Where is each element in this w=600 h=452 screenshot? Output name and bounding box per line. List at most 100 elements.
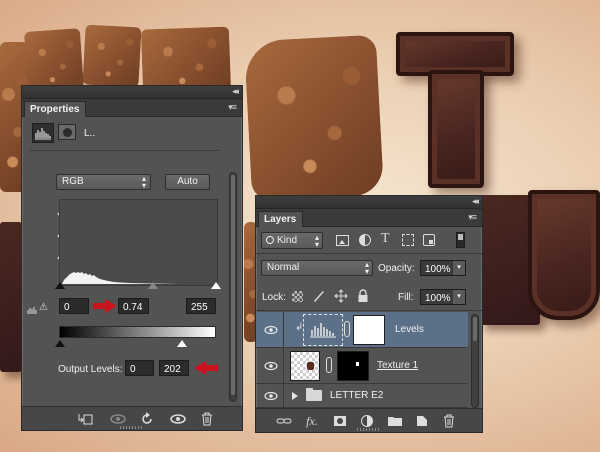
filter-smart-object-icon[interactable]: [423, 234, 435, 246]
input-gamma-field[interactable]: 0.74: [118, 298, 149, 314]
fill-dropdown-icon[interactable]: ▾: [453, 290, 465, 304]
fill-label: Fill:: [398, 292, 414, 303]
input-white-field[interactable]: 255: [186, 298, 216, 314]
output-levels-label: Output Levels:: [58, 364, 123, 375]
clipping-warning-icon[interactable]: ⚠: [27, 302, 49, 316]
input-black-field[interactable]: 0: [59, 298, 89, 314]
lock-label: Lock:: [262, 292, 286, 303]
channel-select-value: RGB: [62, 176, 84, 187]
input-white-slider[interactable]: [211, 282, 221, 289]
blend-mode-value: Normal: [267, 262, 300, 273]
layer-visibility-eye-icon[interactable]: [264, 361, 278, 371]
bg-letter-t-stem: [428, 70, 484, 188]
header-divider: [30, 150, 220, 151]
lock-position-icon[interactable]: [334, 289, 348, 303]
blend-mode-select[interactable]: Normal ▴ ▾: [261, 260, 373, 276]
new-adjustment-layer-icon[interactable]: [359, 414, 375, 428]
expand-group-chevron-icon[interactable]: [292, 392, 298, 400]
filter-kind-value: Kind: [277, 235, 298, 246]
resize-grip-icon[interactable]: [120, 426, 144, 429]
search-icon: [266, 236, 274, 244]
texture-mask-thumbnail[interactable]: [337, 351, 369, 381]
input-gamma-slider[interactable]: [148, 282, 158, 289]
opacity-label: Opacity:: [378, 263, 415, 274]
filter-shape-icon[interactable]: [402, 234, 414, 246]
layer-visibility-eye-icon[interactable]: [264, 391, 278, 401]
histogram: [59, 199, 218, 286]
layer-row-divider: [283, 312, 284, 347]
clip-to-layer-icon[interactable]: [77, 412, 93, 426]
output-gradient-bar: [59, 326, 216, 338]
add-layer-style-icon[interactable]: fx.: [304, 414, 320, 428]
filter-adjustment-icon[interactable]: [359, 234, 371, 246]
layer-row-divider: [283, 384, 284, 407]
auto-button[interactable]: Auto: [165, 174, 210, 190]
layer-row-texture-1[interactable]: Texture 1: [256, 348, 468, 384]
layer-visibility-eye-icon[interactable]: [264, 325, 278, 335]
layer-link-chain-icon[interactable]: [344, 321, 350, 337]
properties-panel: ◂◂ Properties ▾≡ L.. RGB ▴ ▾ Auto ⚠ 0 0.…: [21, 85, 243, 431]
tab-layers[interactable]: Layers: [258, 211, 304, 227]
layers-scroll-thumb[interactable]: [473, 317, 477, 341]
collapse-panel-icon[interactable]: ◂◂: [232, 86, 239, 97]
reset-icon[interactable]: [139, 412, 155, 426]
levels-layer-thumbnail-icon[interactable]: [303, 314, 343, 346]
filter-toggle-switch[interactable]: [456, 232, 465, 248]
layer-name-levels[interactable]: Levels: [395, 324, 424, 335]
layers-tab-row: Layers ▾≡: [256, 209, 482, 227]
panel-menu-icon[interactable]: ▾≡: [468, 212, 477, 223]
lock-image-pixels-icon[interactable]: [312, 289, 326, 303]
levels-mask-thumbnail[interactable]: [353, 315, 385, 345]
layer-name-letter-e2[interactable]: LETTER E2: [330, 390, 383, 401]
output-black-slider[interactable]: [55, 340, 65, 347]
properties-scrollbar[interactable]: [229, 172, 237, 402]
bg-letter-block-1: [23, 28, 85, 94]
collapse-panel-icon[interactable]: ◂◂: [472, 196, 479, 207]
texture-layer-thumbnail[interactable]: [290, 351, 320, 381]
dropdown-arrows-icon: ▴ ▾: [364, 260, 369, 276]
output-white-field[interactable]: 202: [159, 360, 189, 376]
output-black-field[interactable]: 0: [125, 360, 154, 376]
lock-all-icon[interactable]: [357, 289, 369, 303]
layer-row-levels[interactable]: ↲ Levels: [256, 312, 468, 348]
layers-panel: ◂◂ Layers ▾≡ Kind ▴ ▾ T Normal ▴ ▾ Opacity…: [255, 195, 483, 433]
histogram-graph: [62, 272, 216, 284]
add-mask-icon[interactable]: [332, 414, 348, 428]
filter-type-icon[interactable]: T: [381, 231, 390, 247]
filter-pixel-icon[interactable]: [336, 235, 349, 246]
trash-icon[interactable]: [199, 412, 215, 426]
new-layer-icon[interactable]: [414, 414, 430, 428]
toggle-visibility-icon[interactable]: [170, 412, 186, 426]
bg-letter-block-2: [82, 24, 142, 88]
layers-footer: fx.: [256, 408, 482, 432]
new-group-icon[interactable]: [387, 414, 403, 428]
layers-scrollbar[interactable]: [471, 314, 479, 408]
levels-adjustment-icon[interactable]: [32, 123, 54, 143]
layer-link-chain-icon[interactable]: [326, 357, 332, 373]
trash-icon[interactable]: [441, 414, 457, 428]
opacity-value: 100%: [425, 264, 451, 275]
link-layers-icon[interactable]: [276, 414, 292, 428]
panel-menu-icon[interactable]: ▾≡: [228, 102, 237, 113]
filter-divider: [256, 253, 482, 254]
channel-select[interactable]: RGB ▴ ▾: [56, 174, 151, 190]
lock-transparent-pixels-icon[interactable]: [292, 291, 303, 302]
resize-grip-icon[interactable]: [357, 428, 381, 431]
layers-panel-topbar[interactable]: ◂◂: [256, 196, 482, 209]
layer-row-letter-e2[interactable]: LETTER E2: [256, 384, 468, 408]
fill-value: 100%: [425, 293, 451, 304]
layer-row-divider: [283, 348, 284, 383]
bg-letter-c: [243, 34, 385, 202]
view-previous-state-icon[interactable]: [109, 412, 126, 426]
mask-icon[interactable]: [58, 124, 76, 140]
fill-field[interactable]: 100% ▾: [420, 289, 466, 305]
opacity-dropdown-icon[interactable]: ▾: [453, 261, 465, 275]
opacity-field[interactable]: 100% ▾: [420, 260, 466, 276]
tab-properties[interactable]: Properties: [24, 101, 87, 117]
properties-panel-topbar[interactable]: ◂◂: [22, 86, 242, 99]
layer-name-texture-1[interactable]: Texture 1: [377, 360, 418, 371]
output-white-slider[interactable]: [177, 340, 187, 347]
properties-scroll-thumb[interactable]: [231, 175, 235, 395]
filter-kind-select[interactable]: Kind ▴ ▾: [261, 232, 323, 249]
input-black-slider[interactable]: [55, 282, 65, 289]
